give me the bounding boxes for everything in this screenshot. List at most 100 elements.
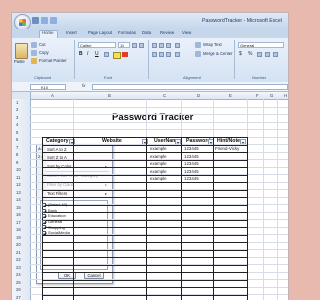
row-header-15[interactable]: 15	[16, 205, 21, 210]
cut-icon[interactable]	[31, 42, 37, 48]
row-header-1[interactable]: 1	[16, 100, 18, 105]
row-header-23[interactable]: 23	[16, 265, 21, 270]
wrap-text-button[interactable]: Wrap Text	[203, 42, 222, 47]
comma-style-icon[interactable]	[257, 52, 262, 57]
paste-label[interactable]: Paste	[14, 59, 25, 64]
cut-button[interactable]: Cut	[39, 42, 46, 47]
grow-font-icon[interactable]	[132, 42, 137, 48]
cell-username[interactable]: example	[150, 169, 167, 174]
bold-button[interactable]: B	[79, 52, 83, 57]
column-header-a[interactable]: A	[51, 93, 54, 98]
underline-button[interactable]: U	[95, 52, 99, 57]
align-right-icon[interactable]	[166, 52, 171, 57]
cell-password[interactable]: 123445	[184, 154, 199, 159]
decrease-decimal-icon[interactable]	[273, 52, 278, 57]
checkbox-label[interactable]: General	[48, 220, 62, 224]
undo-icon[interactable]	[41, 17, 48, 24]
merge-center-button[interactable]: Merge & Center	[203, 51, 233, 56]
row-header-10[interactable]: 10	[16, 168, 21, 172]
orientation-icon[interactable]	[175, 43, 180, 48]
column-header-g[interactable]: G	[270, 93, 273, 98]
cell-password[interactable]: 123445	[184, 169, 199, 174]
row-header-4[interactable]: 4	[16, 123, 18, 127]
row-header-12[interactable]: 12	[16, 183, 21, 187]
cell-password[interactable]: 123445	[184, 146, 199, 151]
checkbox-shopping[interactable]	[42, 225, 46, 230]
currency-button[interactable]: $	[239, 52, 242, 57]
indent-icon[interactable]	[175, 52, 180, 57]
shrink-font-icon[interactable]	[139, 42, 144, 48]
row-header-27[interactable]: 27	[16, 295, 21, 300]
row-header-13[interactable]: 13	[16, 190, 21, 195]
cell-username[interactable]: example	[150, 161, 167, 166]
tab-review[interactable]: Review	[160, 30, 174, 35]
column-header-c[interactable]: C	[163, 93, 166, 98]
cell-username[interactable]: example	[150, 146, 167, 151]
row-header-2[interactable]: 2	[16, 108, 18, 112]
row-header-9[interactable]: 9	[16, 160, 18, 165]
row-header-8[interactable]: 8	[16, 153, 18, 157]
align-top-icon[interactable]	[152, 43, 157, 48]
row-header-18[interactable]: 18	[16, 228, 21, 232]
copy-button[interactable]: Copy	[39, 50, 49, 55]
select-all-corner[interactable]	[12, 92, 31, 99]
cell-password[interactable]: 123445	[184, 176, 199, 181]
row-header-3[interactable]: 3	[16, 115, 18, 120]
row-header-26[interactable]: 26	[16, 288, 21, 292]
tab-view[interactable]: View	[182, 30, 191, 35]
cell-username[interactable]: example	[150, 176, 167, 181]
paste-icon[interactable]	[15, 43, 28, 59]
copy-icon[interactable]	[31, 50, 37, 56]
formula-input[interactable]	[92, 84, 288, 90]
tab-data[interactable]: Data	[142, 30, 151, 35]
checkbox-label[interactable]: Shopping	[48, 225, 65, 230]
row-header-6[interactable]: 6	[16, 138, 18, 142]
align-middle-icon[interactable]	[159, 43, 164, 48]
borders-icon[interactable]	[104, 52, 109, 57]
increase-decimal-icon[interactable]	[265, 52, 270, 57]
checkbox-label[interactable]: SocialMedia	[48, 231, 70, 235]
row-header-22[interactable]: 22	[16, 258, 21, 262]
column-header-d[interactable]: D	[197, 93, 200, 98]
row-header-19[interactable]: 19	[16, 235, 21, 240]
format-painter-icon[interactable]	[31, 58, 37, 64]
align-center-icon[interactable]	[159, 52, 164, 57]
checkbox-label[interactable]: (Select All)	[48, 203, 67, 207]
checkbox-education[interactable]	[42, 214, 46, 219]
wrap-text-icon[interactable]	[195, 42, 201, 48]
tab-home[interactable]: Home	[42, 30, 53, 35]
row-header-7[interactable]: 7	[16, 145, 18, 150]
row-header-20[interactable]: 20	[16, 243, 21, 247]
row-header-11[interactable]: 11	[16, 175, 20, 180]
checkbox-label[interactable]: Bank	[48, 208, 57, 213]
row-header-5[interactable]: 5	[16, 130, 18, 135]
row-header-16[interactable]: 16	[16, 213, 21, 217]
font-color-icon[interactable]	[122, 52, 128, 57]
align-left-icon[interactable]	[152, 52, 157, 57]
align-bottom-icon[interactable]	[166, 43, 171, 48]
cell-hint[interactable]: Friend-Vicky	[215, 146, 239, 151]
row-header-14[interactable]: 14	[16, 198, 21, 202]
checkbox-socialmedia[interactable]	[42, 231, 46, 235]
tab-page-layout[interactable]: Page Layout	[88, 30, 112, 35]
number-format-dropdown[interactable]: General	[238, 42, 284, 48]
checkbox-general[interactable]	[42, 219, 46, 224]
checkbox-label[interactable]: Education	[48, 214, 66, 218]
checkbox-selectall[interactable]	[42, 203, 46, 207]
row-header-17[interactable]: 17	[16, 220, 21, 225]
column-header-b[interactable]: B	[108, 93, 111, 98]
redo-icon[interactable]	[50, 17, 57, 24]
function-icon[interactable]: fx	[82, 83, 85, 88]
cell-username[interactable]: example	[150, 154, 167, 159]
column-header-e[interactable]: E	[229, 93, 232, 98]
row-header-25[interactable]: 25	[16, 280, 21, 285]
row-header-21[interactable]: 21	[16, 250, 21, 255]
cancel-button[interactable]: Cancel	[84, 272, 104, 279]
row-header-24[interactable]: 24	[16, 273, 21, 277]
save-icon[interactable]	[32, 17, 39, 24]
cell-password[interactable]: 123445	[184, 161, 199, 166]
font-size-dropdown[interactable]: 11	[118, 42, 130, 48]
font-name-dropdown[interactable]: Calibri	[78, 42, 116, 48]
fill-color-icon[interactable]	[113, 52, 121, 59]
tab-insert[interactable]: Insert	[66, 30, 77, 35]
